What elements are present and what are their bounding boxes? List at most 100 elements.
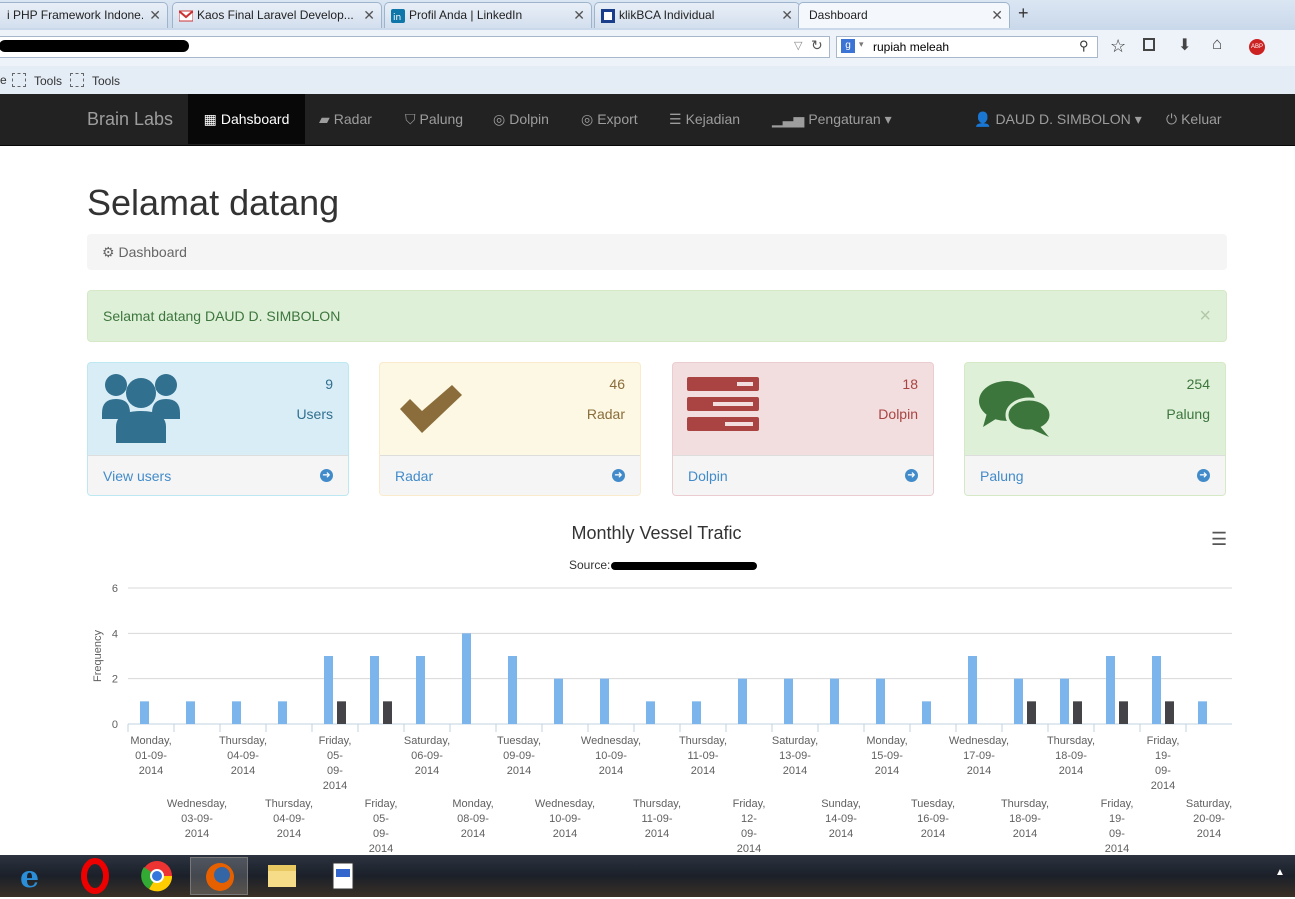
explorer-icon[interactable]: [252, 857, 310, 895]
windows-icon: ▦: [203, 111, 217, 127]
nav-pengaturan[interactable]: ▁▃▅ Pengaturan ▾: [772, 94, 892, 144]
panel-footer[interactable]: Dolpin ➜: [673, 455, 933, 495]
panel-heading: 254 Palung: [965, 363, 1225, 455]
y-tick-label: 4: [112, 628, 118, 640]
x-tick-label: 2014: [599, 765, 623, 777]
chart-menu-icon[interactable]: ☰: [1211, 529, 1227, 550]
close-icon[interactable]: ×: [1199, 291, 1211, 341]
caret-down-icon: ▾: [1134, 111, 1142, 127]
welcome-alert: Selamat datang DAUD D. SIMBOLON ×: [87, 290, 1227, 342]
panel-footer[interactable]: View users ➜: [88, 455, 348, 495]
nav-radar[interactable]: ▰ Radar: [319, 94, 372, 144]
y-axis-title: Frequency: [92, 630, 104, 682]
bar: [1198, 701, 1207, 724]
search-input[interactable]: g ▾ rupiah meleah ⚲: [836, 36, 1098, 58]
browser-tab-active[interactable]: Dashboard ✕: [798, 2, 1010, 28]
browser-tab-4[interactable]: klikBCA Individual ✕: [594, 2, 800, 28]
x-tick-label: 06-09-: [411, 750, 443, 762]
tray-expand-icon[interactable]: ▲: [1275, 867, 1285, 878]
logout-link[interactable]: ⏻ Keluar: [1166, 94, 1222, 144]
x-tick-label: 09-09-: [503, 750, 535, 762]
bar: [646, 701, 655, 724]
chrome-icon[interactable]: [128, 857, 186, 895]
check-icon: [400, 385, 462, 433]
engine-dropdown-icon[interactable]: ▾: [859, 39, 864, 50]
tab-close-icon[interactable]: ✕: [573, 7, 585, 24]
x-tick-label: Friday,: [1101, 798, 1134, 810]
panel-heading: 18 Dolpin: [673, 363, 933, 455]
panel-footer[interactable]: Radar ➜: [380, 455, 640, 495]
bar: [324, 656, 333, 724]
panel-link[interactable]: Palung: [980, 468, 1024, 484]
breadcrumb-item[interactable]: Dashboard: [118, 244, 187, 260]
ie-icon[interactable]: e: [4, 857, 62, 895]
nav-dashboard[interactable]: ▦ Dahsboard: [188, 94, 305, 144]
arrow-circle-right-icon: ➜: [905, 469, 918, 482]
search-icon[interactable]: ⚲: [1079, 38, 1089, 54]
nav-label: Radar: [333, 111, 372, 127]
firefox-icon[interactable]: [190, 857, 248, 895]
panel-label: Dolpin: [878, 406, 918, 422]
reload-icon[interactable]: ↻: [811, 37, 823, 54]
panel-link[interactable]: Radar: [395, 468, 433, 484]
nav-kejadian[interactable]: ☰ Kejadian: [669, 94, 740, 144]
nav-dolpin[interactable]: ◎ Dolpin: [493, 94, 549, 144]
bookmark-folder-tools-2[interactable]: Tools: [70, 73, 120, 88]
home-icon[interactable]: ⌂: [1212, 34, 1222, 54]
browser-tab-3[interactable]: in Profil Anda | LinkedIn ✕: [384, 2, 592, 28]
tab-close-icon[interactable]: ✕: [781, 7, 793, 24]
bar: [370, 656, 379, 724]
x-tick-label: Wednesday,: [535, 798, 595, 810]
notepad-icon[interactable]: [314, 857, 372, 895]
tab-close-icon[interactable]: ✕: [363, 7, 375, 24]
bar: [1014, 678, 1023, 724]
x-tick-label: 15-09-: [871, 750, 903, 762]
x-tick-label: Thursday,: [633, 798, 681, 810]
brand-link[interactable]: Brain Labs: [87, 94, 173, 144]
x-tick-label: Monday,: [130, 735, 171, 747]
bar: [968, 656, 977, 724]
tab-title: klikBCA Individual: [619, 8, 715, 22]
x-tick-label: 20-09-: [1193, 813, 1225, 825]
folder-icon: [12, 73, 26, 87]
nav-label: Palung: [419, 111, 464, 127]
browser-tab-2[interactable]: Kaos Final Laravel Develop... ✕: [172, 2, 382, 28]
bookmark-folder-tools[interactable]: Tools: [12, 73, 62, 88]
opera-icon[interactable]: [66, 857, 124, 895]
x-tick-label: Thursday,: [1001, 798, 1049, 810]
panel-label: Radar: [586, 406, 625, 422]
nav-palung[interactable]: ⛉ Palung: [405, 94, 463, 144]
url-input[interactable]: ▽ ↻: [0, 36, 830, 58]
x-tick-label: 04-09-: [273, 813, 305, 825]
x-tick-label: 08-09-: [457, 813, 489, 825]
download-icon[interactable]: ⬇: [1178, 35, 1191, 55]
bar: [462, 633, 471, 724]
bookmarks-list-icon[interactable]: [1143, 38, 1155, 51]
tab-close-icon[interactable]: ✕: [149, 7, 161, 24]
bookmark-star-icon[interactable]: ☆: [1110, 36, 1126, 57]
dropdown-icon[interactable]: ▽: [794, 39, 802, 52]
panel-link[interactable]: Dolpin: [688, 468, 728, 484]
user-menu[interactable]: 👤 DAUD D. SIMBOLON ▾: [974, 94, 1142, 144]
panel-link[interactable]: View users: [103, 468, 171, 484]
x-tick-label: 05-: [373, 813, 389, 825]
x-tick-label: Thursday,: [265, 798, 313, 810]
browser-tab-1[interactable]: i PHP Framework Indone... ✕: [0, 2, 168, 28]
panel-footer[interactable]: Palung ➜: [965, 455, 1225, 495]
x-tick-label: 2014: [645, 828, 669, 840]
signal-icon: ▁▃▅: [772, 111, 805, 127]
x-tick-label: 09-: [373, 828, 389, 840]
bar: [738, 678, 747, 724]
nav-export[interactable]: ◎ Export: [581, 94, 638, 144]
adblock-icon[interactable]: ABP: [1249, 39, 1265, 55]
new-tab-button[interactable]: +: [1018, 3, 1029, 24]
tab-title: Kaos Final Laravel Develop...: [197, 8, 354, 22]
x-tick-label: Wednesday,: [167, 798, 227, 810]
arrow-circle-right-icon: ➜: [320, 469, 333, 482]
gmail-icon: [179, 10, 193, 22]
bookmark-item[interactable]: e: [0, 73, 7, 87]
nav-label: Dahsboard: [220, 111, 290, 127]
tab-close-icon[interactable]: ✕: [991, 7, 1003, 24]
bar: [383, 701, 392, 724]
folder-icon: [70, 73, 84, 87]
